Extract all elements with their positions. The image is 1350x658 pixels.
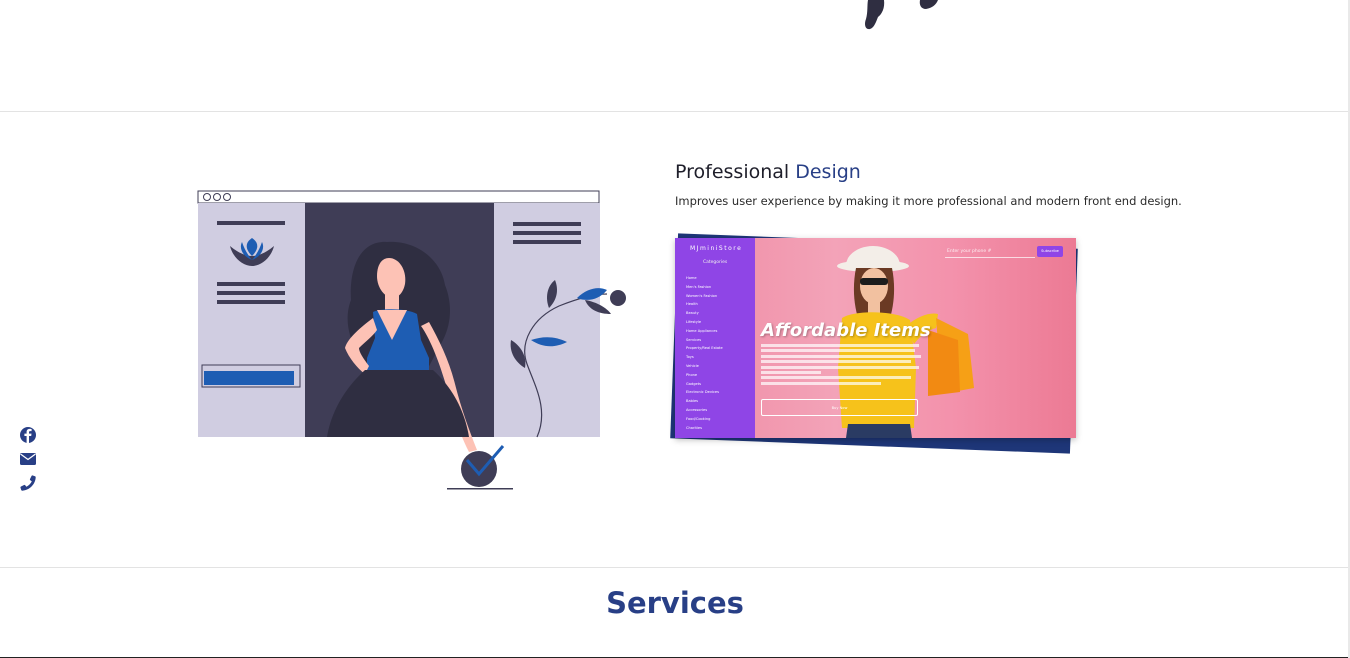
- feature-title: Professional Design: [675, 161, 861, 183]
- preview-category: Home: [686, 276, 697, 280]
- preview-category: Gadgets: [686, 381, 702, 386]
- preview-category: Property/Real Estate: [686, 346, 723, 351]
- illustration-fragment: [865, 0, 938, 30]
- preview-category: Lifestyle: [686, 319, 702, 324]
- preview-category: Health: [686, 302, 698, 307]
- preview-category: Vehicle: [686, 363, 699, 368]
- preview-brand: MJminiStore: [690, 245, 743, 252]
- preview-category: Services: [686, 337, 702, 342]
- social-links: [18, 425, 38, 497]
- facebook-icon[interactable]: [18, 425, 38, 445]
- preview-phone-input: Enter your phone #: [945, 246, 1035, 258]
- preview-category: Accessories: [686, 407, 708, 412]
- phone-icon[interactable]: [18, 473, 38, 493]
- preview-category: Men's Fashion: [686, 284, 712, 289]
- preview-category: Food/Cooking: [686, 416, 711, 421]
- preview-category-list: Home Men's Fashion Women's Fashion Healt…: [686, 274, 723, 432]
- preview-screenshot: MJminiStore Categories Home Men's Fashio…: [675, 238, 1076, 438]
- feature-description: Improves user experience by making it mo…: [675, 194, 1182, 208]
- previous-section: [0, 0, 1350, 112]
- preview-sidebar: MJminiStore Categories Home Men's Fashio…: [675, 238, 755, 438]
- preview-category: Toys: [686, 355, 694, 360]
- feature-title-accent: Design: [795, 161, 861, 183]
- preview-category: Electronic Devices: [686, 390, 720, 395]
- designer-illustration: [197, 190, 626, 490]
- preview-category: Charities: [686, 425, 702, 430]
- page: Professional Design Improves user experi…: [0, 0, 1350, 658]
- envelope-icon[interactable]: [18, 449, 38, 469]
- preview-subscribe-button: Subscribe: [1037, 246, 1063, 257]
- preview-category: Beauty: [686, 311, 699, 316]
- preview-category: Phone: [686, 372, 698, 377]
- preview-categories-label: Categories: [703, 260, 728, 265]
- feature-section: Professional Design Improves user experi…: [0, 113, 1350, 568]
- preview-category: Women's Fashion: [686, 293, 718, 298]
- website-preview: MJminiStore Categories Home Men's Fashio…: [670, 231, 1082, 454]
- services-section: Services: [0, 569, 1350, 657]
- services-title: Services: [606, 586, 744, 620]
- preview-paragraph: [761, 344, 921, 387]
- preview-buy-button: Buy Now: [761, 399, 918, 416]
- preview-hero-heading: Affordable Items: [761, 320, 931, 341]
- preview-category: Home Appliances: [686, 328, 718, 333]
- preview-category: Babies: [686, 399, 699, 404]
